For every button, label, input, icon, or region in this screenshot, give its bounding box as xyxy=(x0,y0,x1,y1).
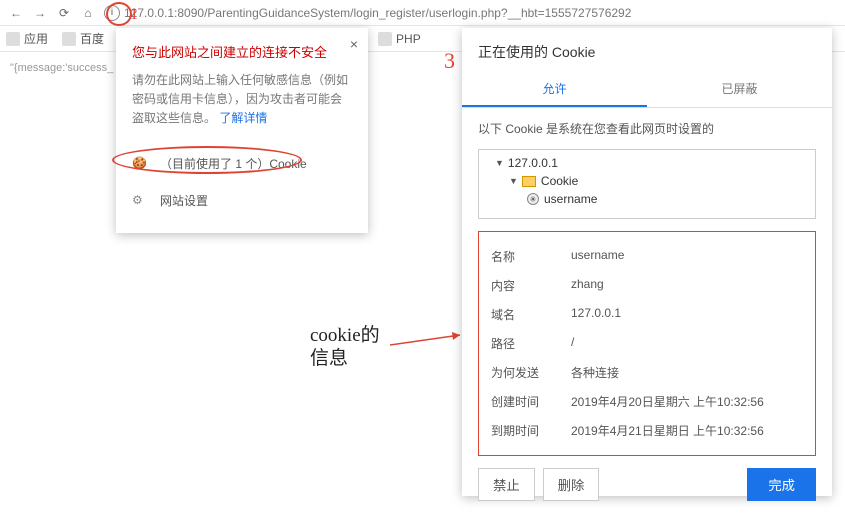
cookies-row[interactable]: 🍪 （目前使用了 1 个）Cookie xyxy=(132,145,352,182)
bookmark-label: PHP xyxy=(396,32,421,46)
favicon xyxy=(62,32,76,46)
detail-value: 2019年4月20日星期六 上午10:32:56 xyxy=(571,393,764,410)
tree-folder[interactable]: ▼ Cookie xyxy=(495,172,799,190)
detail-key: 域名 xyxy=(491,306,571,323)
detail-row: 创建时间2019年4月20日星期六 上午10:32:56 xyxy=(491,387,803,416)
site-info-popup: × 您与此网站之间建立的连接不安全 请勿在此网站上输入任何敏感信息（例如密码或信… xyxy=(116,28,368,233)
detail-key: 到期时间 xyxy=(491,422,571,439)
chevron-down-icon: ▼ xyxy=(495,158,504,168)
cookie-icon: ✳ xyxy=(527,193,539,205)
apps-label: 应用 xyxy=(24,30,48,47)
annotation-cookie-info: cookie的 信息 xyxy=(310,325,380,371)
apps-icon xyxy=(6,32,20,46)
detail-key: 为何发送 xyxy=(491,364,571,381)
tree-folder-label: Cookie xyxy=(541,174,578,188)
back-button[interactable]: ← xyxy=(6,3,26,23)
detail-key: 名称 xyxy=(491,248,571,265)
annotation-arrow xyxy=(390,330,470,360)
tree-host[interactable]: ▼ 127.0.0.1 xyxy=(495,154,799,172)
detail-value: username xyxy=(571,248,624,265)
tab-allow[interactable]: 允许 xyxy=(462,72,647,107)
panel-title: 正在使用的 Cookie xyxy=(462,28,832,72)
detail-value: zhang xyxy=(571,277,604,294)
apps-shortcut[interactable]: 应用 xyxy=(6,30,48,47)
panel-note: 以下 Cookie 是系统在您查看此网页时设置的 xyxy=(462,108,832,149)
site-info-icon[interactable]: i xyxy=(104,5,120,21)
reload-button[interactable]: ⟳ xyxy=(54,3,74,23)
browser-toolbar: ← → ⟳ ⌂ i 127.0.0.1:8090/ParentingGuidan… xyxy=(0,0,845,26)
learn-more-link[interactable]: 了解详情 xyxy=(219,111,267,125)
security-warning-desc: 请勿在此网站上输入任何敏感信息（例如密码或信用卡信息），因为攻击者可能会盗取这些… xyxy=(132,71,352,129)
forward-button[interactable]: → xyxy=(30,3,50,23)
bookmark-php[interactable]: PHP xyxy=(378,32,421,46)
site-settings-row[interactable]: ⚙ 网站设置 xyxy=(132,182,352,219)
cookie-details: 名称username内容zhang域名127.0.0.1路径/为何发送各种连接创… xyxy=(478,231,816,456)
detail-key: 内容 xyxy=(491,277,571,294)
tabs: 允许 已屏蔽 xyxy=(462,72,832,108)
done-button[interactable]: 完成 xyxy=(747,468,816,501)
home-button[interactable]: ⌂ xyxy=(78,3,98,23)
cookie-icon: 🍪 xyxy=(132,156,148,170)
bookmark-baidu[interactable]: 百度 xyxy=(62,30,104,47)
detail-row: 名称username xyxy=(491,242,803,271)
chevron-down-icon: ▼ xyxy=(509,176,518,186)
annotation-label-1: 1 xyxy=(130,6,138,24)
gear-icon: ⚙ xyxy=(132,193,148,207)
delete-button[interactable]: 删除 xyxy=(543,468,600,501)
security-warning-title: 您与此网站之间建立的连接不安全 xyxy=(132,42,352,61)
cookies-label: （目前使用了 1 个）Cookie xyxy=(160,155,307,172)
tree-item-label: username xyxy=(544,192,597,206)
detail-value: 各种连接 xyxy=(571,364,619,381)
detail-row: 内容zhang xyxy=(491,271,803,300)
site-settings-label: 网站设置 xyxy=(160,192,208,209)
detail-row: 域名127.0.0.1 xyxy=(491,300,803,329)
detail-row: 为何发送各种连接 xyxy=(491,358,803,387)
detail-key: 创建时间 xyxy=(491,393,571,410)
detail-value: 2019年4月21日星期日 上午10:32:56 xyxy=(571,422,764,439)
detail-row: 到期时间2019年4月21日星期日 上午10:32:56 xyxy=(491,416,803,445)
tab-block[interactable]: 已屏蔽 xyxy=(647,72,832,107)
block-button[interactable]: 禁止 xyxy=(478,468,535,501)
annotation-label-3: 3 xyxy=(444,48,455,74)
cookies-panel: 正在使用的 Cookie 允许 已屏蔽 以下 Cookie 是系统在您查看此网页… xyxy=(462,28,832,496)
favicon xyxy=(378,32,392,46)
detail-key: 路径 xyxy=(491,335,571,352)
tree-cookie-item[interactable]: ✳ username xyxy=(495,190,799,208)
folder-icon xyxy=(522,176,536,187)
detail-value: 127.0.0.1 xyxy=(571,306,621,323)
cookie-tree: ▼ 127.0.0.1 ▼ Cookie ✳ username xyxy=(478,149,816,219)
bookmark-label: 百度 xyxy=(80,30,104,47)
panel-footer: 禁止 删除 完成 xyxy=(462,456,832,513)
detail-value: / xyxy=(571,335,574,352)
close-icon[interactable]: × xyxy=(350,36,358,52)
tree-host-label: 127.0.0.1 xyxy=(508,156,558,170)
detail-row: 路径/ xyxy=(491,329,803,358)
address-bar[interactable]: 127.0.0.1:8090/ParentingGuidanceSystem/l… xyxy=(124,6,839,20)
